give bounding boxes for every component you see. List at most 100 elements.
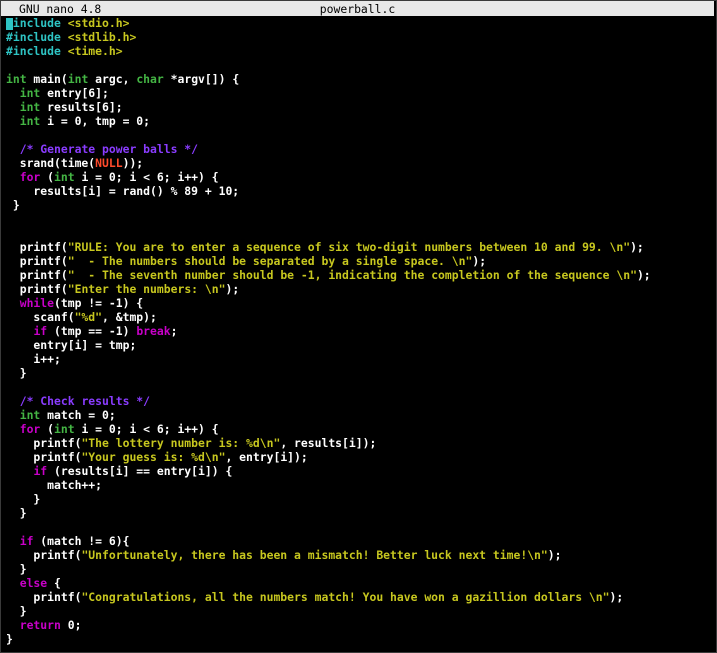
code-line[interactable]: #include <stdlib.h>	[6, 30, 711, 44]
code-token: (tmp == -1)	[47, 324, 137, 338]
code-line[interactable]: return 0;	[6, 618, 711, 632]
code-token: }	[6, 492, 41, 506]
code-token: results[6];	[40, 100, 123, 114]
code-token: printf(	[6, 268, 68, 282]
code-line[interactable]: #include <time.h>	[6, 44, 711, 58]
code-token: printf(	[6, 282, 68, 296]
nano-titlebar: GNU nano 4.8 powerball.c	[1, 1, 714, 16]
code-line[interactable]: if (tmp == -1) break;	[6, 324, 711, 338]
code-token: }	[6, 632, 13, 646]
code-line[interactable]: int entry[6];	[6, 86, 711, 100]
code-line[interactable]: }	[6, 506, 711, 520]
code-line[interactable]: printf("The lottery number is: %d\n", re…	[6, 436, 711, 450]
code-line[interactable]	[6, 128, 711, 142]
code-line[interactable]	[6, 212, 711, 226]
code-token: for	[19, 170, 41, 184]
code-line[interactable]: printf("Congratulations, all the numbers…	[6, 590, 711, 604]
code-token: printf(	[6, 240, 68, 254]
code-line[interactable]: if (match != 6){	[6, 534, 711, 548]
code-token: int	[19, 86, 41, 100]
code-line[interactable]: for (int i = 0; i < 6; i++) {	[6, 170, 711, 184]
code-token: );	[547, 548, 562, 562]
code-token: i = 0; i < 6; i++) {	[74, 422, 219, 436]
code-token: printf(	[6, 548, 82, 562]
code-token: "Your guess is: %d\n"	[81, 450, 226, 464]
code-line[interactable]: printf(" - The seventh number should be …	[6, 268, 711, 282]
code-token: {	[47, 576, 61, 590]
code-line[interactable]: srand(time(NULL));	[6, 156, 711, 170]
code-editor[interactable]: #include <stdio.h> #include <stdlib.h> #in…	[6, 16, 711, 646]
code-token: "%d"	[74, 310, 103, 324]
code-line[interactable]	[6, 58, 711, 72]
code-token: char	[136, 72, 164, 86]
code-token: int	[67, 72, 89, 86]
code-line[interactable]: }	[6, 632, 711, 646]
code-line[interactable]: else {	[6, 576, 711, 590]
code-token: );	[636, 268, 651, 282]
code-line[interactable]	[6, 520, 711, 534]
code-line[interactable]: }	[6, 366, 711, 380]
code-token: NULL	[95, 156, 123, 170]
code-line[interactable]: }	[6, 492, 711, 506]
code-token: , entry[i]);	[225, 450, 308, 464]
code-token: int	[19, 114, 41, 128]
code-token: " - The seventh number should be -1, ind…	[67, 268, 637, 282]
code-token: while	[19, 296, 55, 310]
code-token: " - The numbers should be separated by a…	[67, 254, 473, 268]
code-line[interactable]: int results[6];	[6, 100, 711, 114]
code-line[interactable]: /* Check results */	[6, 394, 711, 408]
code-token: );	[472, 254, 487, 268]
code-line[interactable]: match++;	[6, 478, 711, 492]
code-line[interactable]	[6, 380, 711, 394]
code-line[interactable]: printf("RULE: You are to enter a sequenc…	[6, 240, 711, 254]
code-line[interactable]: /* Generate power balls */	[6, 142, 711, 156]
code-line[interactable]: for (int i = 0; i < 6; i++) {	[6, 422, 711, 436]
code-line[interactable]: int i = 0, tmp = 0;	[6, 114, 711, 128]
code-line[interactable]: printf(" - The numbers should be separat…	[6, 254, 711, 268]
code-token: #include	[6, 16, 68, 30]
code-token: #include	[6, 30, 68, 44]
code-token: <stdlib.h>	[67, 30, 137, 44]
code-line[interactable]: }	[6, 604, 711, 618]
code-token: #include	[6, 44, 68, 58]
code-line[interactable]: while(tmp != -1) {	[6, 296, 711, 310]
code-line[interactable]: printf("Your guess is: %d\n", entry[i]);	[6, 450, 711, 464]
code-line[interactable]: int match = 0;	[6, 408, 711, 422]
code-token: break	[136, 324, 171, 338]
code-token: );	[225, 282, 240, 296]
code-token: "RULE: You are to enter a sequence of si…	[67, 240, 631, 254]
code-line[interactable]: if (results[i] == entry[i]) {	[6, 464, 711, 478]
code-line[interactable]: #include <stdio.h>	[6, 16, 711, 30]
code-line[interactable]: }	[6, 198, 711, 212]
code-token: int	[19, 100, 41, 114]
code-line[interactable]: printf("Enter the numbers: \n");	[6, 282, 711, 296]
code-line[interactable]: i++;	[6, 352, 711, 366]
code-token: int	[6, 72, 27, 86]
code-token: "The lottery number is: %d\n"	[81, 436, 281, 450]
code-token: printf(	[6, 254, 68, 268]
code-token: (results[i] == entry[i]) {	[47, 464, 233, 478]
code-token: results[i] = rand() % 89 + 10;	[6, 184, 240, 198]
code-line[interactable]: printf("Unfortunately, there has been a …	[6, 548, 711, 562]
code-line[interactable]	[6, 226, 711, 240]
code-token: }	[6, 366, 27, 380]
code-token: printf(	[6, 590, 82, 604]
code-token: i++;	[6, 352, 61, 366]
code-token: printf(	[6, 450, 82, 464]
code-token: <stdio.h>	[67, 16, 130, 30]
code-token: <time.h>	[67, 44, 123, 58]
code-token: if	[33, 464, 48, 478]
code-line[interactable]: entry[i] = tmp;	[6, 338, 711, 352]
code-token: srand(time(	[6, 156, 96, 170]
code-line[interactable]: int main(int argc, char *argv[]) {	[6, 72, 711, 86]
code-line[interactable]: }	[6, 562, 711, 576]
code-line[interactable]: results[i] = rand() % 89 + 10;	[6, 184, 711, 198]
code-line[interactable]: scanf("%d", &tmp);	[6, 310, 711, 324]
